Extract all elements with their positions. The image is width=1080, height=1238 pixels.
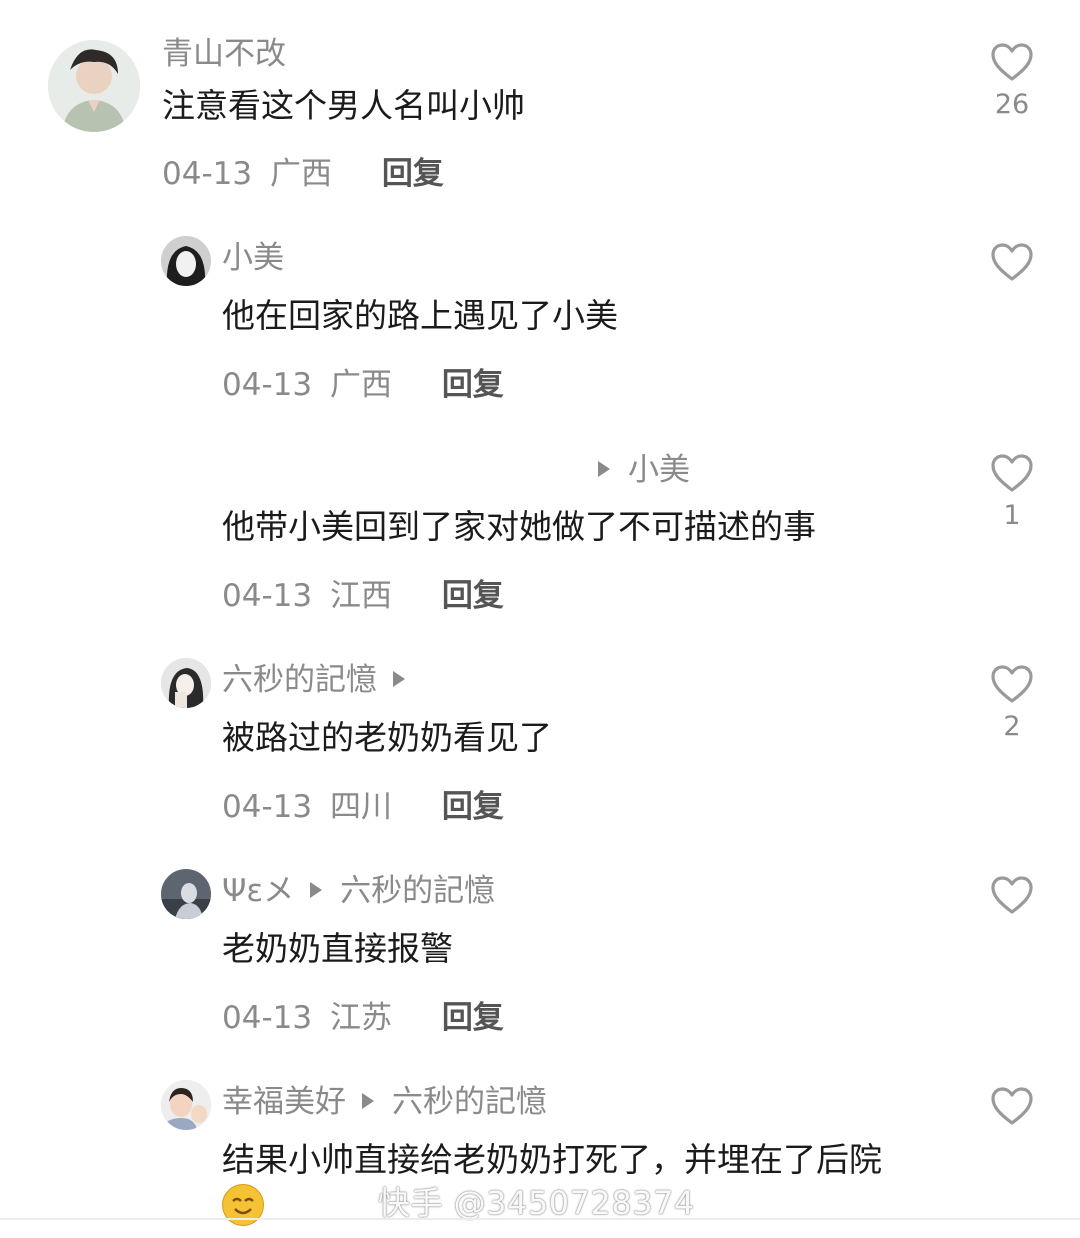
username-text[interactable]: Ψεメ bbox=[222, 873, 294, 909]
comment-region: 四川 bbox=[329, 789, 392, 825]
username-text[interactable]: 幸福美好 bbox=[222, 1084, 346, 1120]
avatar[interactable] bbox=[48, 40, 140, 132]
comment-text: 他在回家的路上遇见了小美 bbox=[222, 296, 618, 335]
avatar[interactable] bbox=[161, 658, 211, 708]
comment-text: 被路过的老奶奶看见了 bbox=[222, 718, 552, 757]
comment-meta: 04-13 江西 回复 bbox=[222, 576, 504, 616]
like-button[interactable] bbox=[986, 242, 1038, 282]
comment-region: 广西 bbox=[269, 156, 332, 192]
avatar[interactable] bbox=[161, 1080, 211, 1130]
reply-to-username[interactable]: 小美 bbox=[628, 452, 690, 488]
like-button[interactable] bbox=[986, 875, 1038, 915]
triangle-right-icon bbox=[362, 1093, 374, 1109]
username[interactable]: Ψεメ 六秒的記憶 bbox=[222, 871, 495, 911]
comment-text: 老奶奶直接报警 bbox=[222, 929, 453, 968]
comment-text: 注意看这个男人名叫小帅 bbox=[162, 86, 525, 125]
comment-date: 04-13 bbox=[162, 156, 253, 192]
comment-text: 结果小帅直接给老奶奶打死了，并埋在了后院 bbox=[222, 1140, 882, 1179]
comment-region: 广西 bbox=[329, 367, 392, 403]
username[interactable]: 青山不改 bbox=[162, 34, 286, 74]
comment-meta: 04-13 江苏 回复 bbox=[222, 998, 504, 1038]
comment-region: 江西 bbox=[329, 578, 392, 614]
triangle-right-icon bbox=[310, 882, 323, 898]
triangle-right-icon bbox=[598, 461, 610, 477]
username[interactable]: 幸福美好 六秒的記憶 bbox=[222, 1082, 547, 1122]
username[interactable]: 六秒的記憶 bbox=[222, 660, 423, 700]
comment-date: 04-13 bbox=[222, 578, 313, 614]
comment-meta: 04-13 广西 回复 bbox=[162, 154, 444, 194]
comment-meta: 04-13 四川 回复 bbox=[222, 787, 504, 827]
heart-outline-icon bbox=[991, 454, 1033, 492]
avatar[interactable] bbox=[161, 236, 211, 286]
like-button[interactable]: 1 bbox=[986, 453, 1038, 533]
heart-outline-icon bbox=[991, 43, 1033, 81]
heart-outline-icon bbox=[991, 876, 1033, 914]
reply-to-label: 小美 bbox=[598, 450, 690, 490]
reply-to-username[interactable]: 六秒的記憶 bbox=[392, 1084, 547, 1120]
like-count: 26 bbox=[994, 89, 1030, 120]
username-text[interactable]: 六秒的記憶 bbox=[222, 662, 377, 698]
comment-date: 04-13 bbox=[222, 367, 313, 403]
reply-button[interactable]: 回复 bbox=[442, 789, 504, 825]
comment-meta: 04-13 广西 回复 bbox=[222, 365, 504, 405]
reply-button[interactable]: 回复 bbox=[442, 578, 504, 614]
comment-date: 04-13 bbox=[222, 1000, 313, 1036]
username[interactable]: 小美 bbox=[222, 238, 284, 278]
like-button[interactable]: 2 bbox=[986, 664, 1038, 744]
reply-button[interactable]: 回复 bbox=[442, 367, 504, 403]
comment-date: 04-13 bbox=[222, 789, 313, 825]
like-count: 1 bbox=[1003, 500, 1021, 531]
comment-region: 江苏 bbox=[329, 1000, 392, 1036]
like-button[interactable]: 26 bbox=[986, 42, 1038, 122]
triangle-right-icon bbox=[393, 671, 405, 687]
reply-button[interactable]: 回复 bbox=[382, 156, 444, 192]
reply-button[interactable]: 回复 bbox=[442, 1000, 504, 1036]
divider bbox=[0, 1218, 1080, 1220]
avatar[interactable] bbox=[161, 869, 211, 919]
reply-to-username[interactable]: 六秒的記憶 bbox=[340, 873, 495, 909]
like-button[interactable] bbox=[986, 1086, 1038, 1126]
heart-outline-icon bbox=[991, 665, 1033, 703]
comment-text: 他带小美回到了家对她做了不可描述的事 bbox=[222, 507, 816, 546]
like-count: 2 bbox=[1003, 711, 1021, 742]
heart-outline-icon bbox=[991, 1087, 1033, 1125]
heart-outline-icon bbox=[991, 243, 1033, 281]
